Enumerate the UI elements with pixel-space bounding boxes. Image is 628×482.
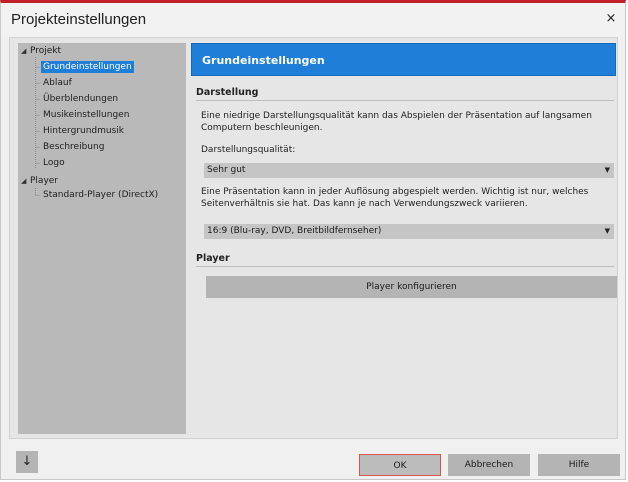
description-line: Eine niedrige Darstellungsqualität kann …	[201, 111, 592, 121]
aspect-ratio-dropdown-value: 16:9 (Blu-ray, DVD, Breitbildfernseher)	[207, 226, 382, 236]
configure-player-button[interactable]: Player konfigurieren	[206, 276, 617, 298]
settings-tree: ◢ Projekt Grundeinstellungen Ablauf Überb…	[18, 43, 186, 434]
section-title-darstellung: Darstellung	[196, 87, 259, 98]
tree-item-beschreibung[interactable]: Beschreibung	[43, 140, 104, 155]
tree-item-standard-player[interactable]: Standard-Player (DirectX)	[43, 188, 158, 203]
tree-item-label: Standard-Player (DirectX)	[43, 190, 159, 200]
aspect-ratio-dropdown[interactable]: 16:9 (Blu-ray, DVD, Breitbildfernseher) …	[204, 224, 614, 239]
dialog-content: ◢ Projekt Grundeinstellungen Ablauf Überb…	[9, 37, 618, 439]
cancel-button[interactable]: Abbrechen	[448, 454, 530, 476]
dropdown-arrow-icon: ▼	[604, 227, 610, 235]
section-title-player: Player	[196, 253, 230, 264]
tree-node-label: Player	[30, 176, 59, 186]
tree-item-label: Beschreibung	[43, 142, 105, 152]
collapse-triangle-icon[interactable]: ◢	[21, 174, 30, 188]
quality-label: Darstellungsqualität:	[201, 145, 296, 155]
section-divider	[196, 100, 614, 101]
tree-item-musikeinstellungen[interactable]: Musikeinstellungen	[43, 108, 129, 123]
window-title: Projekteinstellungen	[11, 11, 147, 28]
tree-item-label: Hintergrundmusik	[43, 126, 124, 136]
ok-button[interactable]: OK	[359, 454, 441, 476]
tree-node-projekt[interactable]: ◢ Projekt	[21, 44, 61, 58]
tree-item-ablauf[interactable]: Ablauf	[43, 76, 72, 91]
tree-item-label: Überblendungen	[43, 94, 119, 104]
aspect-description: Eine Präsentation kann in jeder Auflösun…	[201, 186, 601, 210]
help-button[interactable]: Hilfe	[538, 454, 620, 476]
tree-item-label: Musikeinstellungen	[43, 110, 130, 120]
arrow-down-icon[interactable]: ↓	[16, 451, 38, 473]
collapse-triangle-icon[interactable]: ◢	[21, 44, 30, 58]
tree-item-ueberblendungen[interactable]: Überblendungen	[43, 92, 118, 107]
description-line: Eine Präsentation kann in jeder Auflösun…	[201, 187, 589, 197]
quality-dropdown[interactable]: Sehr gut ▼	[204, 163, 614, 178]
dropdown-arrow-icon: ▼	[604, 166, 610, 174]
quality-description: Eine niedrige Darstellungsqualität kann …	[201, 110, 601, 134]
tree-node-label: Projekt	[30, 46, 62, 56]
tree-node-player[interactable]: ◢ Player	[21, 174, 58, 188]
section-divider	[196, 266, 614, 267]
settings-panel: Grundeinstellungen Darstellung Eine nied…	[191, 43, 617, 434]
quality-dropdown-value: Sehr gut	[207, 165, 246, 175]
tree-item-label: Logo	[43, 158, 65, 168]
tree-item-logo[interactable]: Logo	[43, 156, 65, 171]
panel-title: Grundeinstellungen	[191, 43, 616, 76]
description-line: Computern beschleunigen.	[201, 123, 323, 133]
tree-item-hintergrundmusik[interactable]: Hintergrundmusik	[43, 124, 124, 139]
tree-item-label: Grundeinstellungen	[41, 61, 134, 73]
close-icon[interactable]: ×	[603, 11, 619, 27]
tree-item-label: Ablauf	[43, 78, 72, 88]
tree-item-grundeinstellungen[interactable]: Grundeinstellungen	[41, 60, 134, 75]
title-bar: Projekteinstellungen ×	[1, 3, 625, 37]
description-line: Seitenverhältnis sie hat. Das kann je na…	[201, 199, 528, 209]
